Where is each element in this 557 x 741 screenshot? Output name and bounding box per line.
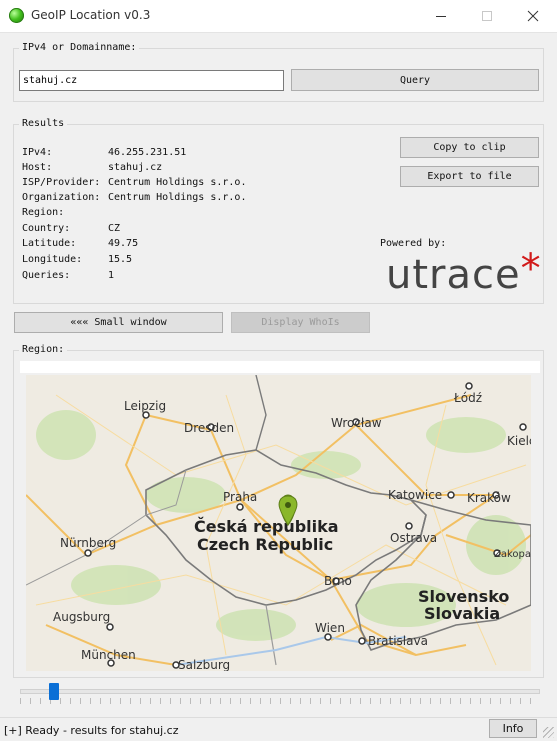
city-augsburg: Augsburg — [53, 610, 110, 624]
longitude-label: Longitude: — [22, 254, 83, 265]
country-label: Country: — [22, 223, 71, 234]
country-czech-local: Česká republika — [194, 517, 339, 536]
window-title: GeoIP Location v0.3 — [31, 8, 151, 22]
copy-to-clip-button[interactable]: Copy to clip — [400, 137, 539, 158]
organization-label: Organization: — [22, 192, 101, 203]
city-ostrava: Ostrava — [390, 531, 437, 545]
utrace-logo-star: * — [520, 246, 542, 292]
minimize-button[interactable] — [418, 0, 464, 31]
zoom-slider-ticks — [20, 698, 538, 704]
city-salzburg: Salzburg — [178, 658, 230, 671]
results-group-legend: Results — [19, 118, 68, 129]
maximize-button — [464, 0, 510, 31]
city-lodz: Łódź — [453, 391, 482, 405]
utrace-logo[interactable]: utrace* — [386, 246, 542, 298]
ipv4-label: IPv4: — [22, 147, 53, 158]
city-munchen: München — [81, 648, 136, 662]
latitude-value: 49.75 — [108, 238, 139, 249]
city-praha: Praha — [223, 490, 257, 504]
powered-by-label: Powered by: — [380, 238, 447, 249]
latitude-label: Latitude: — [22, 238, 77, 249]
city-nurnberg: Nürnberg — [60, 536, 116, 550]
city-bratislava: Bratislava — [368, 634, 428, 648]
city-krakow: Kraków — [467, 491, 511, 505]
longitude-value: 15.5 — [108, 254, 133, 265]
query-button[interactable]: Query — [291, 69, 539, 91]
close-icon — [527, 10, 539, 21]
city-wroclaw: Wrocław — [331, 416, 382, 430]
map-top-strip — [20, 361, 540, 373]
zoom-slider-track[interactable] — [20, 689, 540, 694]
isp-value: Centrum Holdings s.r.o. — [108, 177, 247, 188]
map-canvas: Leipzig Dresden Wrocław Łódź Kielce Prah… — [26, 375, 531, 671]
region-map[interactable]: Leipzig Dresden Wrocław Łódź Kielce Prah… — [26, 375, 531, 671]
small-window-button[interactable]: ««« Small window — [14, 312, 223, 333]
queries-label: Queries: — [22, 270, 71, 281]
export-to-file-button[interactable]: Export to file — [400, 166, 539, 187]
region-group-legend: Region: — [19, 344, 68, 355]
country-slovakia-en: Slovakia — [424, 604, 500, 623]
city-kielce: Kielce — [507, 434, 531, 448]
city-wien: Wien — [315, 621, 345, 635]
close-button[interactable] — [510, 0, 556, 31]
host-value: stahuj.cz — [108, 162, 163, 173]
isp-label: ISP/Provider: — [22, 177, 101, 188]
organization-value: Centrum Holdings s.r.o. — [108, 192, 247, 203]
zoom-slider-thumb[interactable] — [49, 683, 59, 700]
utrace-logo-text: utrace — [386, 252, 521, 298]
city-katowice: Katowice — [388, 488, 442, 502]
host-label: Host: — [22, 162, 53, 173]
maximize-icon — [482, 10, 492, 21]
city-brno: Brno — [324, 574, 352, 588]
info-button[interactable]: Info — [489, 719, 537, 738]
country-czech-en: Czech Republic — [197, 535, 333, 554]
queries-value: 1 — [108, 270, 115, 281]
domain-input[interactable] — [19, 70, 284, 91]
display-whois-button: Display WhoIs — [231, 312, 370, 333]
resize-grip-icon[interactable] — [543, 727, 554, 738]
ipv4-value: 46.255.231.51 — [108, 147, 187, 158]
status-text: [+] Ready - results for stahuj.cz — [4, 724, 179, 737]
city-dresden: Dresden — [184, 421, 234, 435]
minimize-icon — [436, 15, 446, 17]
city-leipzig: Leipzig — [124, 399, 166, 413]
country-value: CZ — [108, 223, 121, 234]
region-label: Region: — [22, 207, 65, 218]
query-group-legend: IPv4 or Domainname: — [19, 42, 140, 53]
app-icon — [9, 8, 24, 23]
city-zakopane: Zakopane — [494, 549, 531, 560]
